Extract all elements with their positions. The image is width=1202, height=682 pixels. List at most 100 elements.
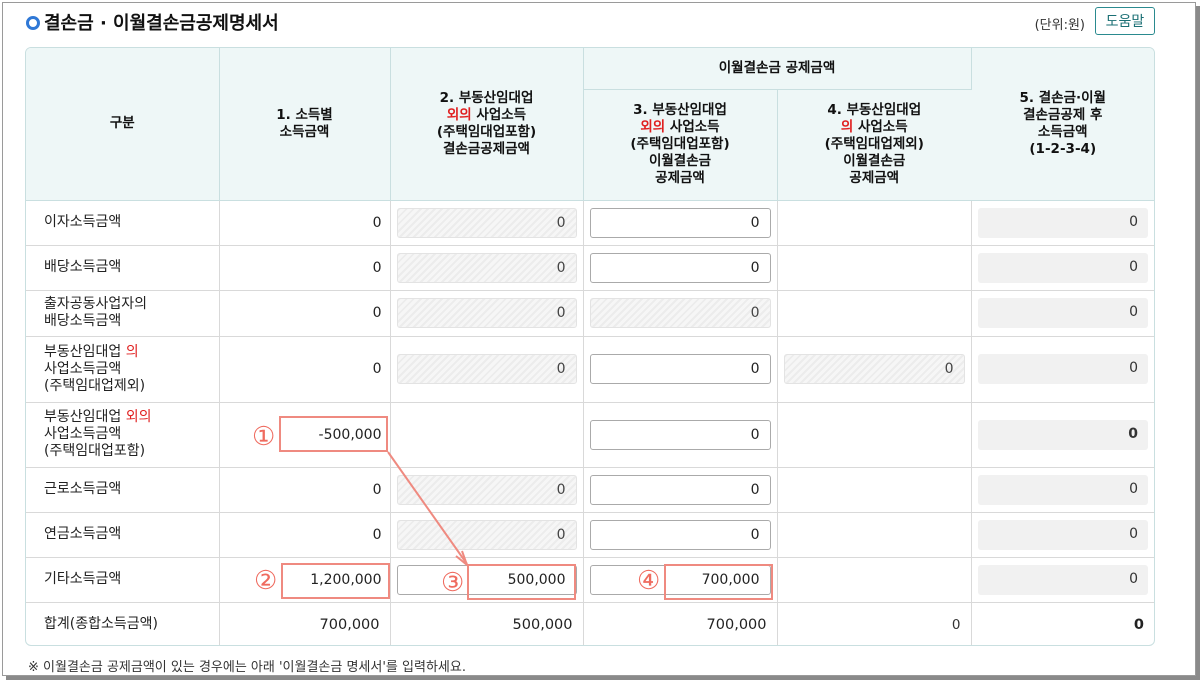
- header-col5-text: 5. 결손금·이월 결손금공제 후 소득금액 (1-2-3-4): [1019, 89, 1106, 157]
- page-title: 결손금 · 이월결손금공제명세서: [44, 13, 279, 34]
- highlight-box-3: [467, 564, 576, 600]
- header-col2-rest: 사업소득: [471, 106, 527, 123]
- table-row: 부동산임대업 의 사업소득금액 (주택임대업제외) 0 0 0 0 0: [26, 336, 1154, 403]
- header-col2-line3: (주택임대업포함) 결손금공제금액: [436, 123, 537, 157]
- carryover-input[interactable]: 0: [589, 474, 771, 505]
- income-value: 0: [219, 290, 391, 337]
- total-result: 0: [971, 602, 1154, 645]
- row-label-line2: 사업소득금액: [44, 360, 122, 377]
- annotation-4: ④: [637, 566, 661, 596]
- row-label: 연금소득금액: [26, 512, 220, 558]
- total-loss-deduction: 500,000: [390, 602, 584, 645]
- row-label-line1: 부동산임대업 외의: [44, 409, 219, 426]
- income-value: 0: [219, 200, 391, 246]
- result-field: 0: [977, 207, 1149, 238]
- table-row: 출자공동사업자의 배당소득금액 0 0 0 0: [26, 290, 1154, 337]
- total-income: 700,000: [219, 602, 391, 645]
- row-label-line1: 출자공동사업자의: [44, 296, 148, 312]
- header-group-carryover: 이월결손금 공제금액: [583, 48, 972, 90]
- income-value: 0: [219, 336, 391, 403]
- result-field: 0: [977, 298, 1149, 328]
- income-value: 0: [219, 245, 391, 291]
- row-label: 이자소득금액: [26, 200, 220, 246]
- header-col4-line2: 의 사업소득: [778, 119, 972, 136]
- loss-deduction-field: 0: [396, 474, 577, 505]
- header-col4-line1: 4. 부동산임대업: [827, 102, 922, 118]
- table-row: 부동산임대업 외의 사업소득금액 (주택임대업포함) -500,000 0 0: [26, 402, 1154, 468]
- row-label: 부동산임대업 의 사업소득금액 (주택임대업제외): [26, 336, 220, 403]
- header-col4: 4. 부동산임대업 의 사업소득 (주택임대업제외) 이월결손금 공제금액: [777, 89, 972, 201]
- deduction-table: 구분 1. 소득별 소득금액 2. 부동산임대업 외의 사업소득 (주택임대업포…: [25, 47, 1155, 646]
- table-row: 배당소득금액 0 0 0 0: [26, 245, 1154, 291]
- empty-cell: [777, 512, 972, 558]
- carryover-input[interactable]: 0: [589, 419, 771, 450]
- header-category: 구분: [26, 48, 220, 201]
- header-col3-rest: 사업소득: [665, 119, 720, 135]
- frame-shadow-bottom: [6, 676, 1200, 680]
- annotation-1: ①: [252, 422, 276, 452]
- row-label: 합계(종합소득금액): [26, 602, 220, 645]
- loss-deduction-field: 0: [396, 298, 577, 328]
- carryover-input[interactable]: 0: [589, 354, 771, 384]
- table-row: 기타소득금액 1,200,000 500,000 700,000 0: [26, 557, 1154, 603]
- header-col3-line2: 외의 사업소득: [584, 119, 777, 136]
- carryover-input[interactable]: 0: [589, 519, 771, 550]
- loss-deduction-field: 0: [396, 354, 577, 384]
- result-field: 0: [977, 474, 1149, 505]
- header-col4-rest: 사업소득: [853, 119, 908, 135]
- result-field: 0: [977, 564, 1149, 595]
- result-field: 0: [977, 354, 1149, 384]
- income-value: 0: [219, 467, 391, 513]
- result-field: 0: [977, 519, 1149, 550]
- carryover-field: 0: [589, 298, 771, 328]
- row-label: 부동산임대업 외의 사업소득금액 (주택임대업포함): [26, 402, 220, 468]
- row-label-line2: 배당소득금액: [44, 313, 122, 329]
- header-col3: 3. 부동산임대업 외의 사업소득 (주택임대업포함) 이월결손금 공제금액: [583, 89, 778, 201]
- income-value: 0: [219, 512, 391, 558]
- table-row: 근로소득금액 0 0 0 0: [26, 467, 1154, 513]
- annotation-2: ②: [254, 566, 278, 596]
- total-rental-carryover: 0: [777, 602, 972, 645]
- header-col3-red: 외의: [640, 119, 666, 135]
- frame-shadow: [1196, 6, 1200, 680]
- result-field: 0: [977, 252, 1149, 283]
- result-field: 0: [977, 419, 1149, 450]
- header-col2-red: 외의: [446, 106, 472, 123]
- carryover-input[interactable]: 0: [589, 252, 771, 283]
- empty-cell: [777, 467, 972, 513]
- help-button[interactable]: 도움말: [1095, 7, 1155, 35]
- row-label: 배당소득금액: [26, 245, 220, 291]
- loss-deduction-field: 0: [396, 207, 577, 238]
- loss-deduction-field: 0: [396, 252, 577, 283]
- header-col4-red: 의: [840, 119, 854, 135]
- row-label-prefix: 부동산임대업: [44, 409, 126, 425]
- unit-label: (단위:원): [1034, 18, 1085, 33]
- empty-cell: [777, 557, 972, 603]
- highlight-box-4: [664, 564, 773, 600]
- row-label-prefix: 부동산임대업: [44, 343, 126, 360]
- section-header: 결손금 · 이월결손금공제명세서 (단위:원) 도움말: [24, 6, 1159, 38]
- row-label: 근로소득금액: [26, 467, 220, 513]
- header-col1-text: 1. 소득별 소득금액: [276, 106, 333, 140]
- header-col3-line1: 3. 부동산임대업: [633, 102, 727, 118]
- annotation-3: ③: [441, 568, 465, 598]
- loss-deduction-field: 0: [396, 519, 577, 550]
- carryover-input[interactable]: 0: [589, 207, 771, 238]
- rental-carryover-field: 0: [783, 354, 965, 384]
- header-col2: 2. 부동산임대업 외의 사업소득 (주택임대업포함) 결손금공제금액: [390, 48, 584, 201]
- total-carryover: 700,000: [583, 602, 778, 645]
- row-label-line2: 사업소득금액: [44, 426, 122, 442]
- total-row: 합계(종합소득금액) 700,000 500,000 700,000 0 0: [26, 602, 1154, 645]
- header-col1: 1. 소득별 소득금액: [219, 48, 391, 201]
- empty-cell: [777, 245, 972, 291]
- header-col2-line1: 2. 부동산임대업: [439, 89, 534, 106]
- table-row: 연금소득금액 0 0 0 0: [26, 512, 1154, 558]
- empty-cell: [390, 402, 584, 468]
- header-col2-line2: 외의 사업소득: [391, 107, 583, 124]
- highlight-box-1: [279, 416, 388, 452]
- empty-cell: [777, 402, 972, 468]
- table-row: 이자소득금액 0 0 0 0: [26, 200, 1154, 246]
- row-label-line3: (주택임대업제외): [44, 377, 146, 394]
- footnote: ※ 이월결손금 공제금액이 있는 경우에는 아래 '이월결손금 명세서'를 입력…: [28, 660, 466, 675]
- row-label-line3: (주택임대업포함): [44, 443, 146, 459]
